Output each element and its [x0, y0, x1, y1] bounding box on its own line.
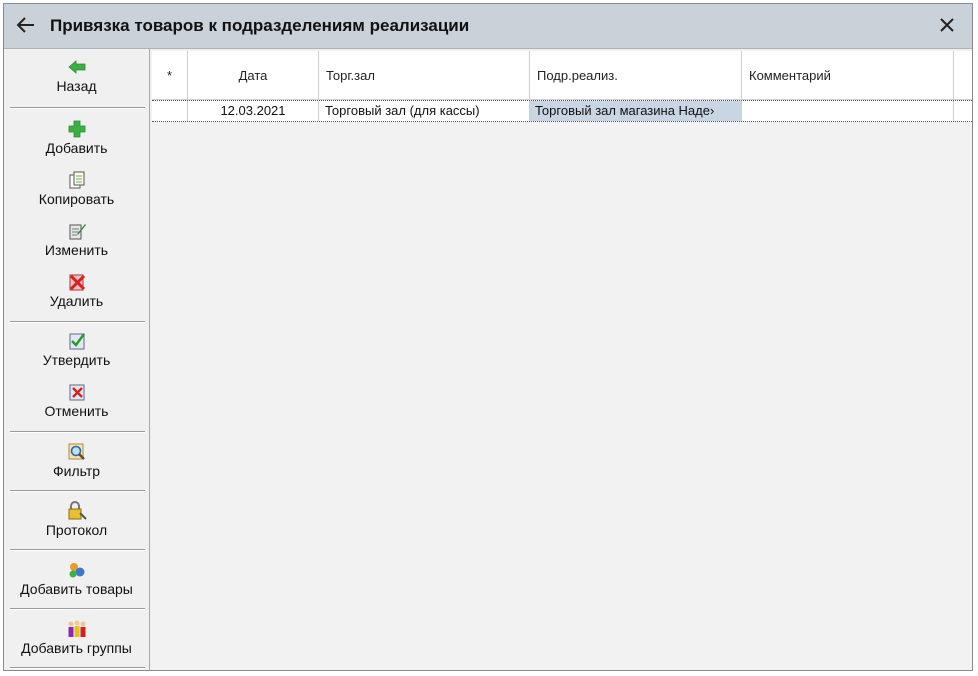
table-row[interactable]: 12.03.2021 Торговый зал (для кассы) Торг… — [152, 100, 972, 122]
toolbar-separator — [10, 608, 145, 610]
magnifier-filter-icon — [68, 443, 85, 460]
copy-label: Копировать — [38, 191, 115, 207]
back-label: Назад — [56, 78, 97, 94]
add-groups-label: Добавить группы — [21, 640, 132, 656]
edit-label: Изменить — [44, 242, 109, 258]
column-header-hall[interactable]: Торг.зал — [319, 51, 530, 99]
add-groups-button[interactable]: Добавить группы — [4, 619, 149, 656]
edit-document-icon — [69, 224, 86, 240]
toolbar-separator — [10, 321, 145, 323]
column-header-marker[interactable]: * — [152, 51, 188, 99]
toolbar-separator — [10, 490, 145, 492]
grid-header: * Дата Торг.зал Подр.реализ. Комментарий — [152, 51, 972, 100]
filter-button[interactable]: Фильтр — [4, 442, 149, 479]
toolbar-separator — [10, 667, 145, 669]
comment-cell[interactable] — [742, 101, 954, 121]
approve-button[interactable]: Утвердить — [4, 331, 149, 368]
date-cell[interactable]: 12.03.2021 — [188, 101, 319, 121]
column-header-unit[interactable]: Подр.реализ. — [530, 51, 742, 99]
approve-label: Утвердить — [42, 352, 111, 368]
toolbar-separator — [10, 431, 145, 433]
row-marker-cell[interactable] — [152, 101, 188, 121]
column-header-date[interactable]: Дата — [188, 51, 319, 99]
unit-cell-selected[interactable]: Торговый зал магазина Наде› — [530, 101, 742, 121]
title-bar: Привязка товаров к подразделениям реализ… — [4, 4, 972, 49]
back-button[interactable]: Назад — [4, 57, 149, 94]
data-grid: * Дата Торг.зал Подр.реализ. Комментарий… — [152, 51, 972, 670]
cancel-document-icon — [69, 384, 84, 401]
window-title: Привязка товаров к подразделениям реализ… — [50, 16, 470, 35]
lock-key-icon — [68, 501, 87, 520]
goods-cubes-icon — [69, 563, 84, 578]
side-toolbar: Назад Добавить Копировать Изменить Удали… — [4, 49, 150, 670]
add-goods-label: Добавить товары — [20, 581, 133, 597]
delete-label: Удалить — [49, 293, 104, 309]
delete-button[interactable]: Удалить — [4, 272, 149, 309]
copy-document-icon — [69, 171, 84, 189]
dialog-window: Привязка товаров к подразделениям реализ… — [3, 3, 973, 671]
cancel-button[interactable]: Отменить — [4, 382, 149, 419]
cancel-label: Отменить — [44, 403, 109, 419]
protocol-button[interactable]: Протокол — [4, 501, 149, 538]
hall-cell[interactable]: Торговый зал (для кассы) — [319, 101, 530, 121]
add-label: Добавить — [45, 140, 108, 156]
copy-button[interactable]: Копировать — [4, 170, 149, 207]
add-goods-button[interactable]: Добавить товары — [4, 560, 149, 597]
add-button[interactable]: Добавить — [4, 119, 149, 156]
filter-label: Фильтр — [52, 463, 101, 479]
green-arrow-left-icon — [67, 60, 85, 74]
delete-document-icon — [69, 274, 85, 291]
column-header-comment[interactable]: Комментарий — [742, 51, 954, 99]
people-group-icon — [68, 620, 85, 637]
checkmark-document-icon — [69, 333, 85, 350]
close-icon[interactable] — [936, 14, 958, 36]
toolbar-separator — [10, 107, 145, 109]
edit-button[interactable]: Изменить — [4, 221, 149, 258]
toolbar-separator — [10, 549, 145, 551]
protocol-label: Протокол — [45, 522, 108, 538]
back-arrow-icon[interactable] — [14, 13, 38, 37]
green-plus-icon — [68, 120, 85, 138]
